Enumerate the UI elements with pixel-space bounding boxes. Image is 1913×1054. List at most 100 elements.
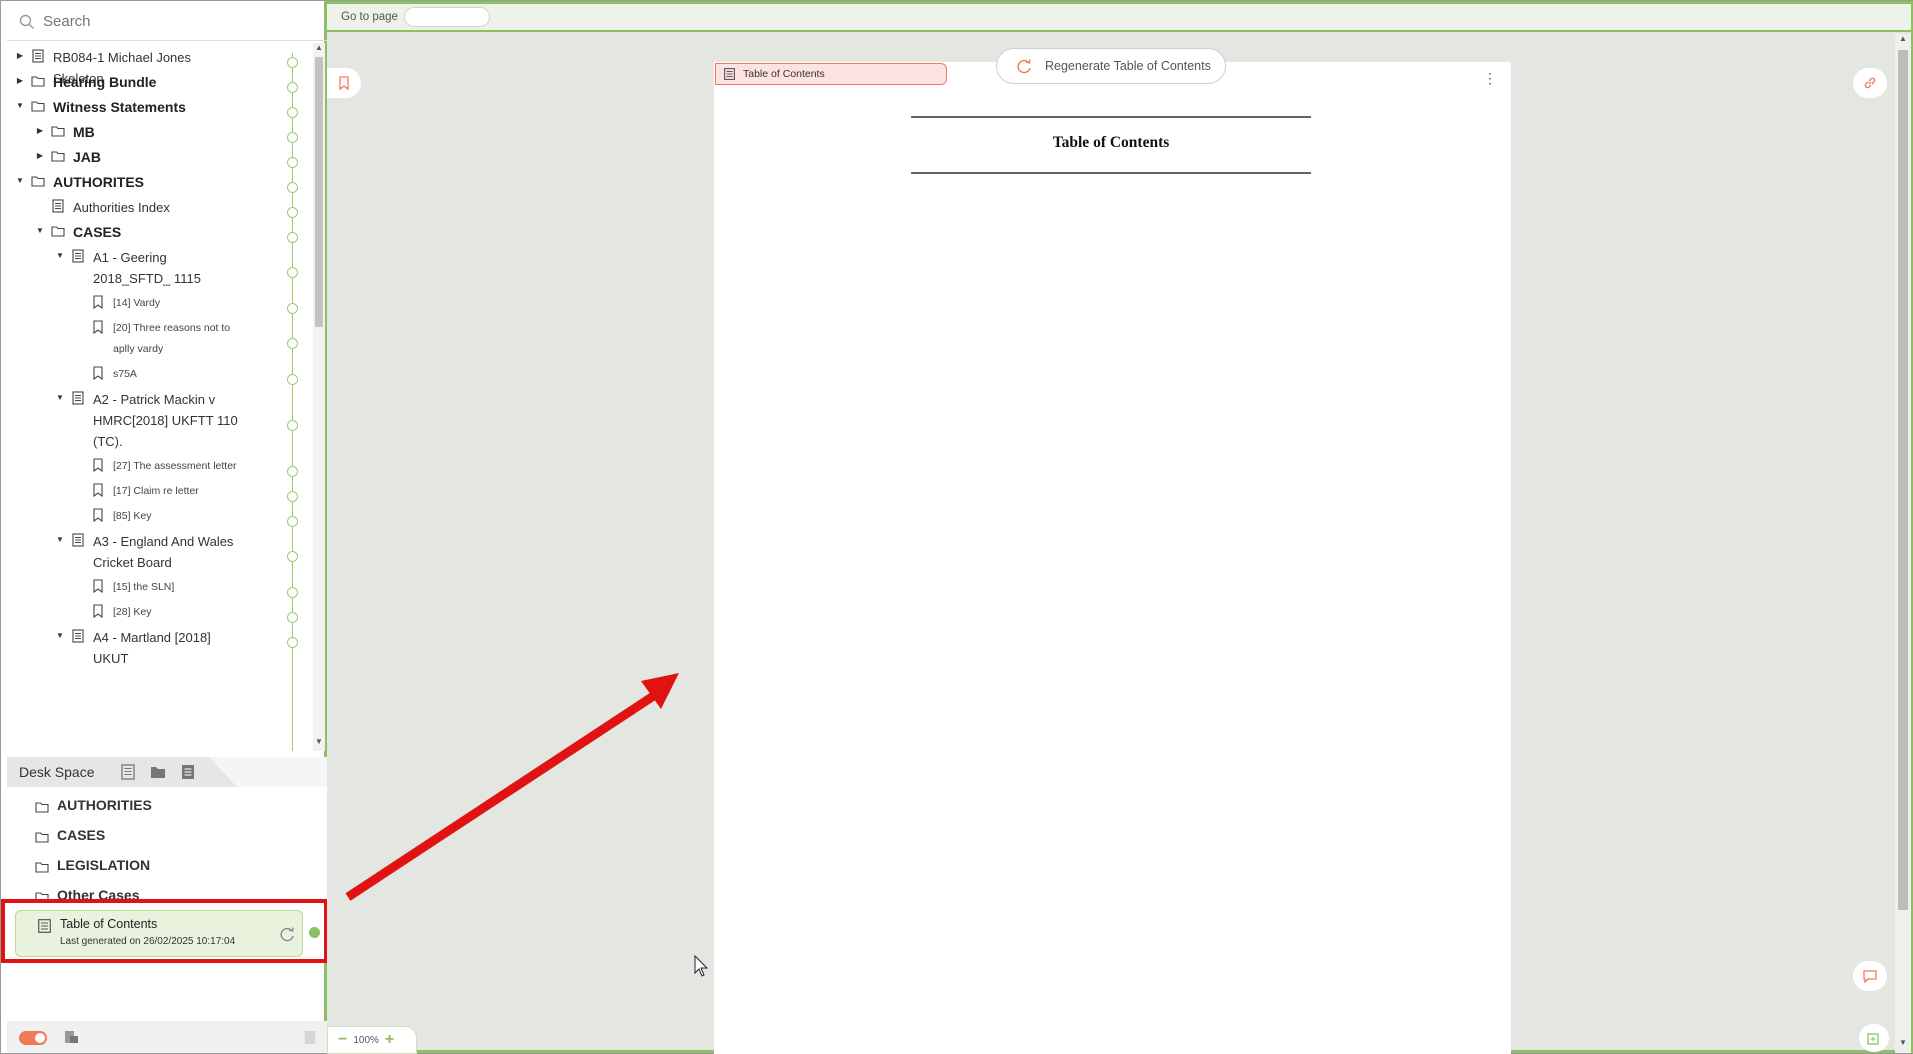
- tree-scrollbar[interactable]: ▲ ▼: [313, 43, 325, 751]
- tree-item[interactable]: ▼ A1 - Geering 2018_SFTD_ 1115: [55, 247, 241, 289]
- collapse-arrow-icon[interactable]: ▼: [35, 226, 45, 235]
- refresh-icon[interactable]: [278, 925, 296, 943]
- collapse-arrow-icon[interactable]: ▼: [55, 393, 65, 402]
- scroll-up-arrow[interactable]: ▲: [1895, 34, 1911, 43]
- tree-item-label: Hearing Bundle: [53, 74, 157, 90]
- status-dot: [287, 419, 298, 431]
- scroll-thumb[interactable]: [1898, 50, 1908, 910]
- zoom-in-button[interactable]: +: [385, 1031, 394, 1049]
- document-icon: [71, 391, 85, 405]
- add-page-button[interactable]: [1859, 1024, 1889, 1052]
- goto-page-input[interactable]: [403, 7, 490, 27]
- toc-card-status: Last generated on 26/02/2025 10:17:04: [60, 936, 236, 947]
- status-dot: [287, 106, 298, 118]
- tree-item[interactable]: ▶ MB: [35, 122, 263, 143]
- refresh-icon: [1017, 59, 1031, 74]
- tree-item-label: A2 - Patrick Mackin v HMRC[2018] UKFTT 1…: [93, 392, 238, 449]
- collapse-arrow-icon[interactable]: ▼: [55, 535, 65, 544]
- folder-icon: [31, 99, 45, 113]
- tree-item[interactable]: s75A: [75, 364, 243, 385]
- folder-view-icon[interactable]: [150, 764, 166, 780]
- folder-icon: [51, 224, 65, 238]
- regenerate-toc-button[interactable]: Regenerate Table of Contents: [996, 48, 1226, 84]
- tree-item[interactable]: [20] Three reasons not to aplly vardy: [75, 318, 243, 360]
- folder-icon: [31, 174, 45, 188]
- tree-item[interactable]: [15] the SLN]: [75, 577, 243, 598]
- tree-item[interactable]: [27] The assessment letter: [75, 456, 243, 477]
- bookmark-icon: [91, 483, 105, 498]
- document-view-icon[interactable]: [180, 764, 196, 780]
- tree-item-label: MB: [73, 124, 95, 140]
- page-menu-icon[interactable]: ⋮: [1483, 70, 1497, 87]
- bookmark-button[interactable]: [327, 68, 361, 98]
- desk-space-bar: Desk Space: [7, 757, 327, 787]
- title-rule-bottom: [911, 172, 1311, 174]
- tree-item[interactable]: ▼ A3 - England And Wales Cricket Board: [55, 531, 243, 573]
- tree-item-label: [17] Claim re letter: [113, 485, 199, 497]
- goto-page-label: Go to page: [341, 11, 398, 23]
- tree-item[interactable]: ▼ A2 - Patrick Mackin v HMRC[2018] UKFTT …: [55, 389, 243, 452]
- tree-item[interactable]: ▼ Witness Statements: [15, 97, 243, 118]
- status-dot: [287, 586, 298, 598]
- tree-item-label: A3 - England And Wales Cricket Board: [93, 534, 234, 570]
- desk-space-item[interactable]: CASES: [27, 825, 237, 846]
- expand-arrow-icon[interactable]: ▶: [35, 151, 45, 160]
- tree-item-label: AUTHORITES: [53, 174, 144, 190]
- collapse-arrow-icon[interactable]: ▼: [55, 631, 65, 640]
- tree-item[interactable]: ▼ CASES: [35, 222, 263, 243]
- tree-item[interactable]: Authorities Index: [35, 197, 263, 218]
- bookmark-icon: [91, 604, 105, 619]
- link-button[interactable]: [1853, 68, 1887, 98]
- viewer-scrollbar[interactable]: ▲ ▼: [1895, 34, 1911, 1053]
- desk-space-item[interactable]: LEGISLATION: [27, 855, 237, 876]
- expand-arrow-icon[interactable]: ▶: [15, 76, 25, 85]
- status-dot: [287, 231, 298, 243]
- trash-icon[interactable]: [303, 1029, 317, 1045]
- folder-icon: [35, 800, 49, 814]
- bookmark-icon: [91, 295, 105, 310]
- desk-space-item-label: AUTHORITIES: [57, 797, 152, 813]
- expand-arrow-icon[interactable]: ▶: [15, 51, 25, 60]
- scroll-thumb[interactable]: [315, 57, 323, 327]
- tree-item[interactable]: [28] Key: [75, 602, 243, 623]
- tree-item-label: [15] the SLN]: [113, 581, 175, 593]
- tree-item[interactable]: [14] Vardy: [75, 293, 243, 314]
- search-input[interactable]: [43, 13, 313, 30]
- tree-item[interactable]: ▼ AUTHORITES: [15, 172, 243, 193]
- list-view-icon[interactable]: [120, 764, 136, 780]
- tab-chip-label: Table of Contents: [743, 68, 825, 80]
- tree-item-label: Authorities Index: [73, 200, 170, 215]
- expand-arrow-icon[interactable]: ▶: [35, 126, 45, 135]
- status-dot: [287, 373, 298, 385]
- tree-item[interactable]: [85] Key: [75, 506, 243, 527]
- bookmark-icon: [91, 366, 105, 381]
- scroll-down-arrow[interactable]: ▼: [1895, 1038, 1911, 1047]
- left-bottom-bar: [7, 1021, 327, 1053]
- document-tab-chip[interactable]: Table of Contents: [715, 63, 947, 85]
- toc-card[interactable]: Table of Contents Last generated on 26/0…: [15, 910, 303, 957]
- collapse-arrow-icon[interactable]: ▼: [15, 101, 25, 110]
- desk-space-item[interactable]: Other Cases: [27, 885, 237, 903]
- document-icon: [38, 919, 51, 933]
- zoom-out-button[interactable]: −: [338, 1031, 347, 1049]
- comment-button[interactable]: [1853, 961, 1887, 991]
- mode-toggle[interactable]: [19, 1031, 47, 1045]
- tree-item[interactable]: ▶ Hearing Bundle: [15, 72, 243, 93]
- collapse-arrow-icon[interactable]: ▼: [15, 176, 25, 185]
- pdf-page: ⋮ Table of Contents: [714, 62, 1511, 1054]
- tree-item-label: Witness Statements: [53, 99, 186, 115]
- collapse-arrow-icon[interactable]: ▼: [55, 251, 65, 260]
- status-dot: [287, 636, 298, 648]
- folder-icon: [51, 149, 65, 163]
- export-icon[interactable]: [63, 1029, 79, 1045]
- folder-icon: [35, 830, 49, 844]
- add-page-icon: [1867, 1033, 1879, 1045]
- scroll-up-arrow[interactable]: ▲: [313, 43, 325, 52]
- tree-item[interactable]: ▼ A4 - Martland [2018] UKUT: [55, 627, 243, 669]
- tree-item[interactable]: ▶ JAB: [35, 147, 263, 168]
- tree-item[interactable]: [17] Claim re letter: [75, 481, 243, 502]
- desk-space-tab[interactable]: Desk Space: [7, 757, 237, 787]
- desk-space-item[interactable]: AUTHORITIES: [27, 795, 237, 816]
- scroll-down-arrow[interactable]: ▼: [313, 737, 325, 746]
- left-panel: ▶RB084-1 Michael Jones Skeleton▶Hearing …: [7, 1, 327, 1053]
